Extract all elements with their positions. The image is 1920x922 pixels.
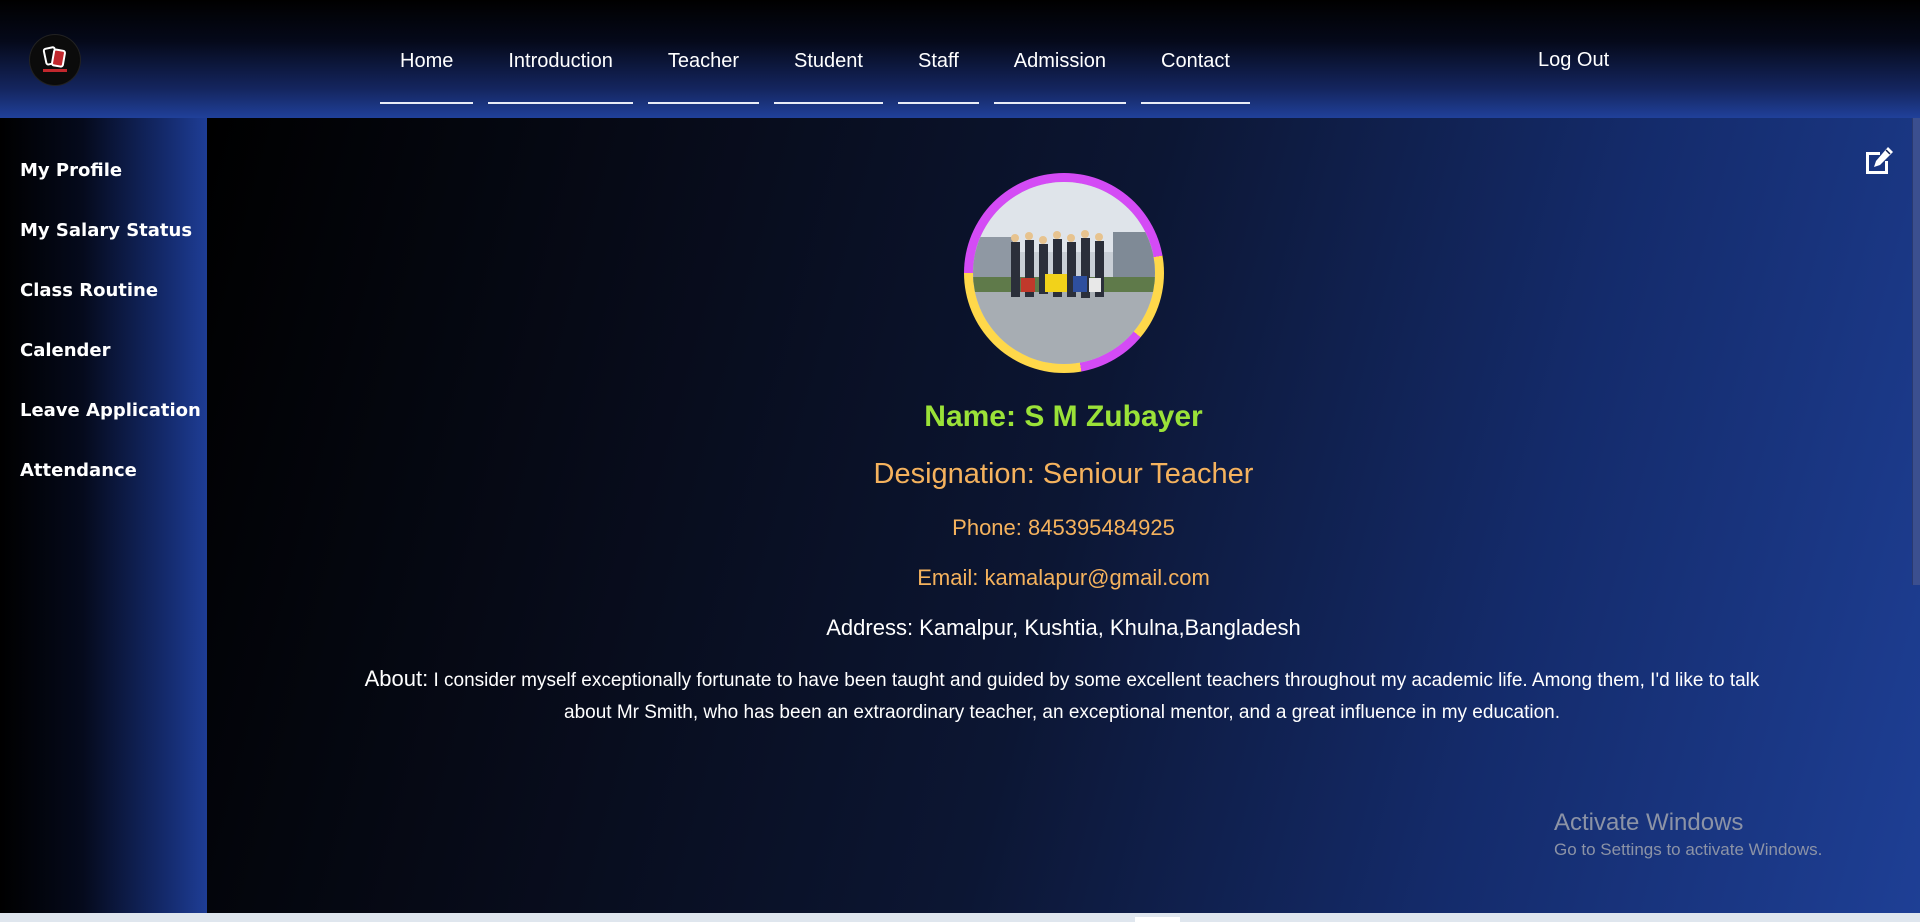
activate-windows-subtitle: Go to Settings to activate Windows.	[1554, 840, 1823, 859]
about-text: I consider myself exceptionally fortunat…	[428, 670, 1760, 723]
avatar[interactable]	[973, 182, 1155, 364]
nav-teacher[interactable]: Teacher	[647, 38, 760, 104]
nav-home[interactable]: Home	[380, 38, 474, 104]
activate-windows-watermark: Activate Windows Go to Settings to activ…	[1554, 808, 1822, 862]
edit-icon[interactable]	[1862, 144, 1896, 178]
profile-about: About: I consider myself exceptionally f…	[352, 663, 1772, 729]
sidebar-item-attendance[interactable]: Attendance	[20, 460, 205, 481]
sidebar-item-leave-application[interactable]: Leave Application	[20, 400, 205, 421]
about-label: About:	[364, 666, 429, 691]
profile-phone: Phone: 845395484925	[952, 515, 1175, 540]
sidebar-item-my-salary-status[interactable]: My Salary Status	[20, 220, 205, 241]
nav-staff[interactable]: Staff	[897, 38, 979, 104]
nav-contact[interactable]: Contact	[1141, 38, 1250, 104]
bottom-indicator	[1135, 917, 1180, 922]
sidebar-item-my-profile[interactable]: My Profile	[20, 160, 205, 181]
nav-admission[interactable]: Admission	[993, 38, 1127, 104]
avatar-ring	[964, 173, 1164, 373]
sidebar-item-calender[interactable]: Calender	[20, 340, 205, 361]
sidebar-item-class-routine[interactable]: Class Routine	[20, 280, 205, 301]
main-nav: Home Introduction Teacher Student Staff …	[380, 38, 1250, 104]
logout-link[interactable]: Log Out	[1538, 49, 1609, 72]
sidebar: My Profile My Salary Status Class Routin…	[0, 118, 207, 913]
profile-email: Email: kamalapur@gmail.com	[917, 565, 1210, 590]
bottom-strip	[0, 913, 1920, 922]
top-navbar: Home Introduction Teacher Student Staff …	[0, 0, 1920, 118]
logo-icon[interactable]	[30, 35, 80, 85]
nav-introduction[interactable]: Introduction	[488, 38, 633, 104]
nav-student[interactable]: Student	[774, 38, 883, 104]
activate-windows-title: Activate Windows	[1554, 809, 1744, 836]
scrollbar[interactable]	[1912, 118, 1920, 585]
profile-name: Name: S M Zubayer	[924, 400, 1203, 433]
profile-panel: Name: S M Zubayer Designation: Seniour T…	[207, 118, 1920, 913]
profile-address: Address: Kamalpur, Kushtia, Khulna,Bangl…	[826, 615, 1301, 640]
profile-designation: Designation: Seniour Teacher	[873, 458, 1254, 490]
